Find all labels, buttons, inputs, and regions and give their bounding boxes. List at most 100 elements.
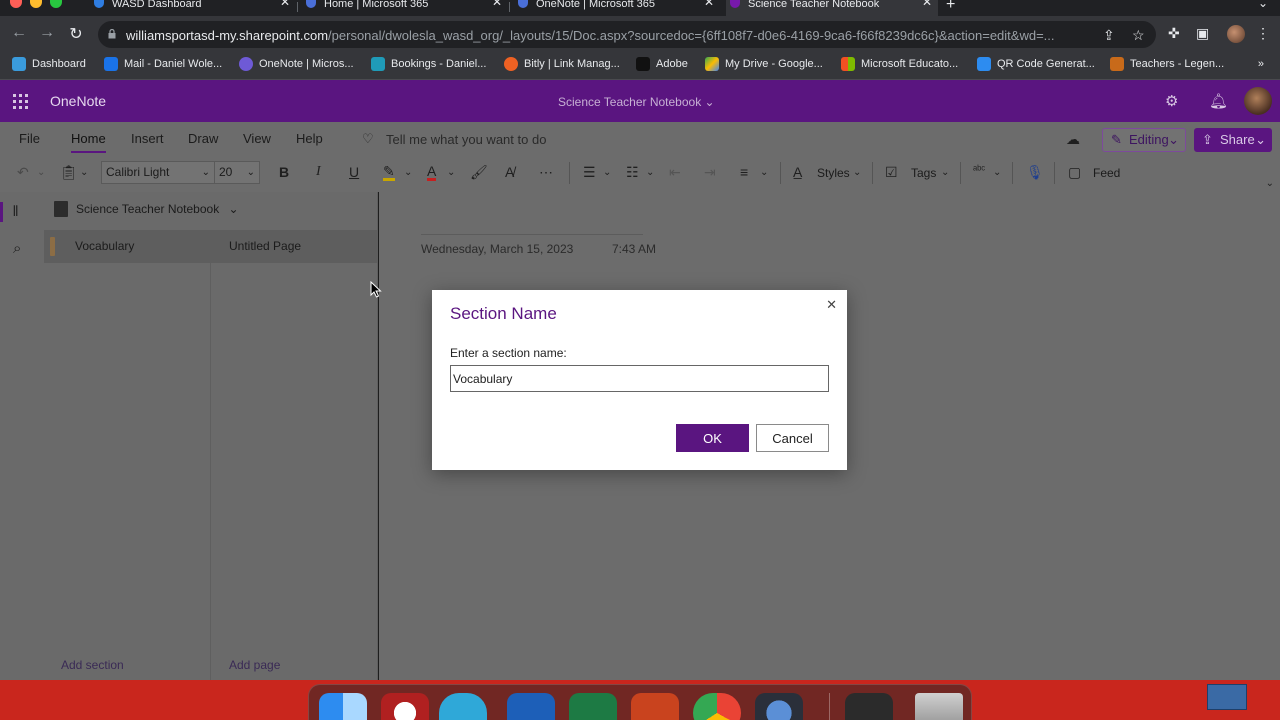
page-item-untitled[interactable]: Untitled Page: [210, 230, 378, 263]
numbered-list-icon[interactable]: ☷: [626, 164, 639, 181]
back-arrow-icon[interactable]: ←: [9, 24, 29, 42]
browser-tab-home-m365[interactable]: Home | Microsoft 365 ✕: [302, 0, 508, 16]
tab-view[interactable]: View: [243, 131, 271, 146]
desktop-corner-icon[interactable]: [1207, 684, 1247, 710]
sync-cloud-icon[interactable]: ☁: [1066, 131, 1080, 148]
browser-menu-icon[interactable]: ⋮: [1256, 25, 1270, 42]
cloud-app-icon[interactable]: [439, 693, 487, 720]
underline-icon[interactable]: U: [349, 164, 359, 180]
share-page-icon[interactable]: ⇪: [1103, 27, 1115, 44]
finder-icon[interactable]: [319, 693, 367, 720]
numbering-chevron-icon[interactable]: ⌄: [646, 167, 654, 178]
reload-icon[interactable]: ↻: [66, 24, 86, 44]
tab-insert[interactable]: Insert: [131, 131, 164, 146]
bookmark-teachers[interactable]: Teachers - Legen...: [1110, 57, 1224, 71]
add-section-button[interactable]: Add section: [61, 658, 124, 672]
close-tab-icon[interactable]: ✕: [922, 0, 932, 8]
minimized-window-thumbnail[interactable]: [845, 693, 893, 720]
tags-button[interactable]: Tags: [911, 166, 936, 180]
word-icon[interactable]: [507, 693, 555, 720]
section-name-input[interactable]: [450, 365, 829, 392]
dictate-microphone-icon[interactable]: 🎙︎: [1026, 164, 1044, 181]
italic-icon[interactable]: I: [316, 164, 321, 180]
browser-tab-onenote-m365[interactable]: OneNote | Microsoft 365 ✕: [514, 0, 720, 16]
notifications-bell-icon[interactable]: 🔔︎: [1209, 92, 1228, 110]
align-chevron-icon[interactable]: ⌄: [760, 167, 768, 178]
browser-profile-avatar[interactable]: [1227, 25, 1245, 43]
font-color-chevron-icon[interactable]: ⌄: [447, 167, 455, 178]
share-button[interactable]: ⇪ Share ⌄: [1194, 128, 1272, 152]
styles-chevron-icon[interactable]: ⌄: [853, 167, 861, 178]
app-launcher-waffle-icon[interactable]: [13, 94, 28, 109]
screen-recorder-icon[interactable]: [755, 693, 803, 720]
tab-help[interactable]: Help: [296, 131, 323, 146]
close-icon[interactable]: ✕: [826, 297, 837, 313]
more-options-icon[interactable]: ⋯: [539, 164, 553, 181]
williamsport-logo-icon[interactable]: [381, 693, 429, 720]
bullets-chevron-icon[interactable]: ⌄: [603, 167, 611, 178]
app-name[interactable]: OneNote: [50, 93, 106, 109]
notebook-title-header[interactable]: Science Teacher Notebook ⌄: [558, 95, 715, 109]
tell-me-search[interactable]: Tell me what you want to do: [386, 132, 546, 147]
bookmark-onenote[interactable]: OneNote | Micros...: [239, 57, 354, 71]
spelling-chevron-icon[interactable]: ⌄: [993, 167, 1001, 178]
bookmark-microsoft-educator[interactable]: Microsoft Educato...: [841, 57, 958, 71]
browser-tab-science-notebook[interactable]: Science Teacher Notebook ✕: [726, 0, 938, 16]
collapse-ribbon-chevron-icon[interactable]: ⌄: [1266, 178, 1274, 189]
clipboard-icon[interactable]: 📋︎: [60, 164, 78, 181]
bookmark-mail[interactable]: Mail - Daniel Wole...: [104, 57, 222, 71]
close-tab-icon[interactable]: ✕: [280, 0, 290, 8]
clipboard-chevron-icon[interactable]: ⌄: [80, 167, 88, 178]
font-name-select[interactable]: Calibri Light ⌄: [101, 161, 215, 184]
font-color-icon[interactable]: A: [427, 164, 437, 181]
bold-icon[interactable]: B: [279, 164, 289, 180]
highlighter-chevron-icon[interactable]: ⌄: [404, 167, 412, 178]
editing-mode-button[interactable]: ✎ Editing ⌄: [1102, 128, 1186, 152]
forward-arrow-icon[interactable]: →: [37, 24, 57, 42]
tags-chevron-icon[interactable]: ⌄: [941, 167, 949, 178]
tag-checkbox-icon[interactable]: ☑: [885, 164, 898, 181]
bookmark-dashboard[interactable]: Dashboard: [12, 57, 86, 71]
clear-formatting-icon[interactable]: A̸: [505, 164, 514, 180]
address-bar[interactable]: williamsportasd-my.sharepoint.com/person…: [98, 21, 1156, 48]
highlighter-icon[interactable]: ✎: [383, 164, 395, 181]
cancel-button[interactable]: Cancel: [756, 424, 829, 452]
excel-icon[interactable]: [569, 693, 617, 720]
notebooks-library-icon[interactable]: 𝍪: [13, 201, 18, 226]
settings-gear-icon[interactable]: ⚙: [1165, 92, 1178, 110]
bookmark-star-icon[interactable]: ☆: [1132, 27, 1145, 44]
chrome-icon[interactable]: [693, 693, 741, 720]
feed-button[interactable]: Feed: [1093, 166, 1120, 180]
powerpoint-icon[interactable]: [631, 693, 679, 720]
bookmark-qr-code[interactable]: QR Code Generat...: [977, 57, 1095, 71]
trash-icon[interactable]: [915, 693, 963, 720]
tab-draw[interactable]: Draw: [188, 131, 218, 146]
styles-icon[interactable]: A̲: [793, 164, 802, 180]
side-panel-icon[interactable]: ▣: [1196, 25, 1209, 42]
add-page-button[interactable]: Add page: [229, 658, 280, 672]
new-tab-plus-icon[interactable]: +: [946, 0, 955, 14]
format-painter-icon[interactable]: 🖌︎: [470, 164, 488, 181]
maximize-window-icon[interactable]: [50, 0, 62, 8]
bookmark-google-drive[interactable]: My Drive - Google...: [705, 57, 823, 71]
close-tab-icon[interactable]: ✕: [492, 0, 502, 8]
bookmark-bitly[interactable]: Bitly | Link Manag...: [504, 57, 620, 71]
close-tab-icon[interactable]: ✕: [704, 0, 714, 8]
undo-chevron-icon[interactable]: ⌄: [37, 167, 45, 178]
user-avatar[interactable]: [1244, 87, 1272, 115]
undo-icon[interactable]: ↶: [17, 164, 29, 181]
more-bookmarks-chevron[interactable]: »: [1258, 58, 1264, 70]
tab-search-chevron-icon[interactable]: ⌄: [1258, 0, 1268, 10]
minimize-window-icon[interactable]: [30, 0, 42, 8]
extensions-puzzle-icon[interactable]: ✜: [1168, 25, 1180, 42]
spelling-icon[interactable]: ᵃᵇᶜ: [973, 164, 985, 176]
tab-home[interactable]: Home: [71, 131, 106, 153]
ok-button[interactable]: OK: [676, 424, 749, 452]
bookmark-adobe[interactable]: Adobe: [636, 57, 688, 71]
section-item-vocabulary[interactable]: Vocabulary: [44, 230, 210, 263]
close-window-icon[interactable]: [10, 0, 22, 8]
tab-file[interactable]: File: [19, 131, 40, 146]
increase-indent-icon[interactable]: ⇥: [704, 164, 716, 181]
feed-icon[interactable]: ▢: [1068, 164, 1081, 181]
bullet-list-icon[interactable]: ☰: [583, 164, 596, 181]
